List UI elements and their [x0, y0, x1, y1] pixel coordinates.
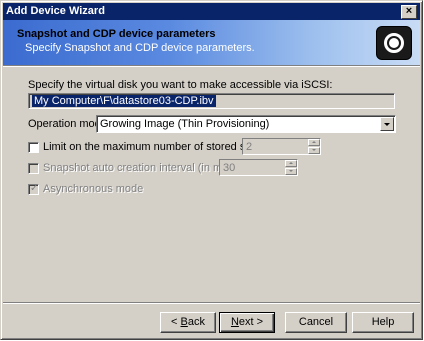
spin-down-icon[interactable] — [285, 168, 297, 175]
cancel-button[interactable]: Cancel — [285, 312, 347, 333]
header-subtitle: Specify Snapshot and CDP device paramete… — [25, 42, 255, 54]
wizard-window: Add Device Wizard × Snapshot and CDP dev… — [0, 0, 423, 340]
async-mode-label: Asynchronous mode — [43, 183, 144, 195]
spin-up-icon[interactable] — [285, 160, 297, 167]
disk-path-field[interactable]: My Computer\F\datastore03-CDP.ibv — [28, 93, 395, 109]
auto-interval-spinner[interactable]: 30 — [219, 159, 298, 176]
operation-mode-value: Growing Image (Thin Provisioning) — [100, 118, 270, 130]
auto-interval-checkbox[interactable] — [28, 163, 39, 174]
next-button[interactable]: Next > — [219, 312, 275, 333]
limit-snapshots-spinner[interactable]: 2 — [242, 138, 321, 155]
disk-target-icon — [376, 26, 412, 60]
back-button[interactable]: < Back — [160, 312, 216, 333]
limit-snapshots-value: 2 — [246, 141, 253, 153]
async-mode-checkbox[interactable]: ✓ — [28, 183, 39, 195]
limit-snapshots-checkbox[interactable] — [28, 142, 39, 153]
operation-mode-select[interactable]: Growing Image (Thin Provisioning) — [96, 115, 396, 133]
dropdown-arrow-icon[interactable] — [380, 117, 394, 131]
wizard-header: Snapshot and CDP device parameters Speci… — [3, 20, 420, 65]
checkmark-icon: ✓ — [30, 183, 39, 194]
close-button[interactable]: × — [401, 5, 417, 19]
footer-divider — [3, 302, 420, 304]
auto-interval-value: 30 — [223, 162, 236, 174]
spin-down-icon[interactable] — [308, 147, 320, 154]
spin-up-icon[interactable] — [308, 139, 320, 146]
header-divider — [3, 65, 420, 67]
disk-path-value: My Computer\F\datastore03-CDP.ibv — [32, 95, 216, 107]
close-icon: × — [405, 5, 413, 17]
help-button[interactable]: Help — [352, 312, 414, 333]
title-bar[interactable]: Add Device Wizard × — [3, 3, 420, 20]
header-title: Snapshot and CDP device parameters — [17, 28, 216, 40]
disk-label: Specify the virtual disk you want to mak… — [28, 79, 333, 91]
window-title: Add Device Wizard — [6, 5, 105, 17]
